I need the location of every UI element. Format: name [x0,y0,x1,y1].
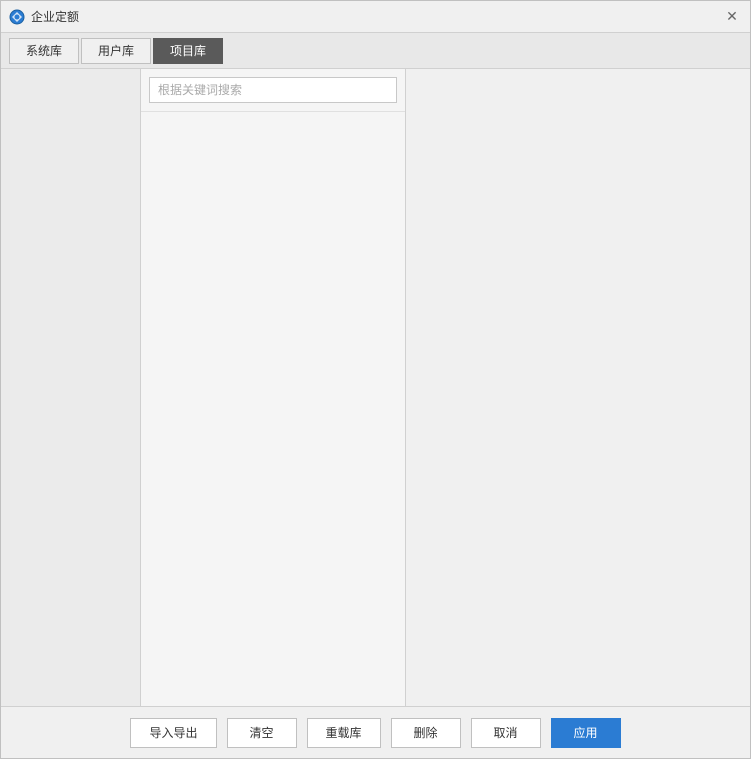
tab-project-lib[interactable]: 项目库 [153,38,223,64]
delete-button[interactable]: 删除 [391,718,461,748]
search-box-wrapper [141,69,405,112]
tab-user-lib[interactable]: 用户库 [81,38,151,64]
import-export-button[interactable]: 导入导出 [130,718,216,748]
middle-panel [141,69,406,706]
right-panel [406,69,750,706]
clear-button[interactable]: 清空 [227,718,297,748]
left-panel [1,69,141,706]
title-bar: 企业定额 ✕ [1,1,750,33]
title-bar-left: 企业定额 [9,8,79,25]
main-window: 企业定额 ✕ 系统库 用户库 项目库 导入导出 清空 重载库 删除 取消 应用 [0,0,751,759]
window-title: 企业定额 [31,8,79,25]
content-area [1,69,750,706]
tab-system-lib[interactable]: 系统库 [9,38,79,64]
close-button[interactable]: ✕ [722,7,742,27]
tabs-bar: 系统库 用户库 项目库 [1,33,750,69]
footer: 导入导出 清空 重载库 删除 取消 应用 [1,706,750,758]
reload-button[interactable]: 重载库 [307,718,381,748]
middle-list [141,112,405,706]
app-icon [9,9,25,25]
search-input[interactable] [149,77,397,103]
apply-button[interactable]: 应用 [551,718,621,748]
cancel-button[interactable]: 取消 [471,718,541,748]
